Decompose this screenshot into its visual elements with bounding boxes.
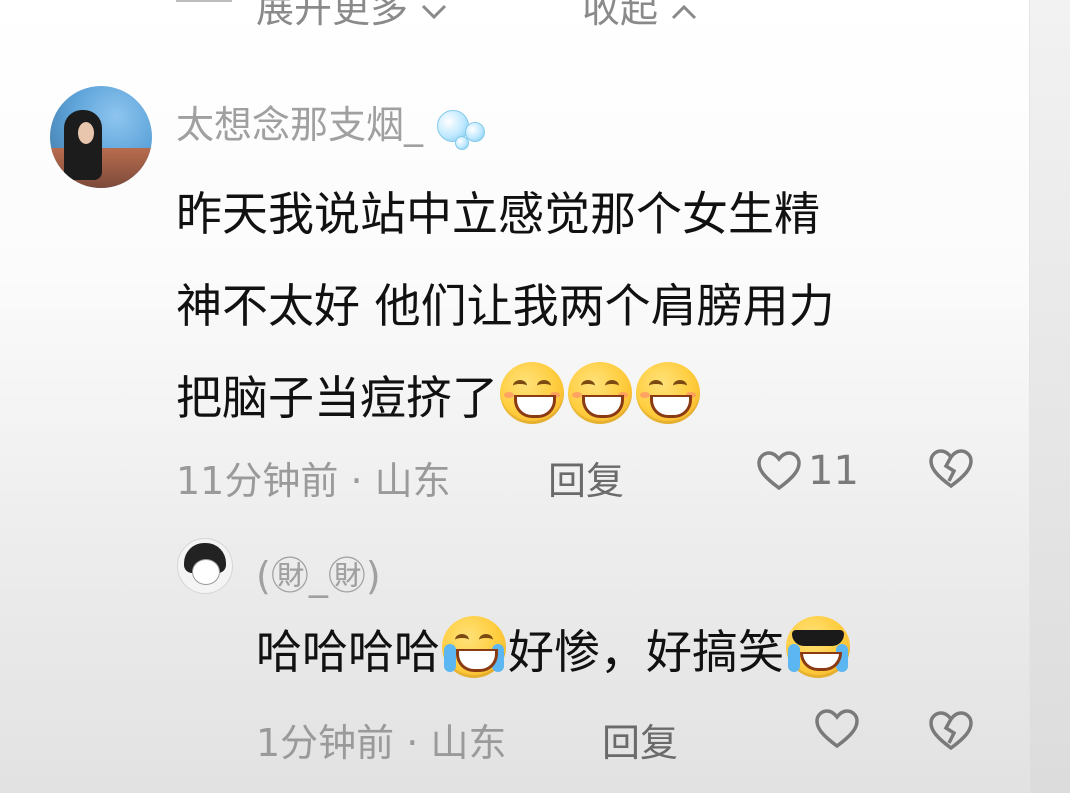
reply-text-part: 好惨，好搞笑	[508, 625, 784, 679]
grin-emoji	[568, 362, 632, 424]
reply-text-part: 哈哈哈哈	[256, 625, 440, 679]
reply-time: 1分钟前	[256, 721, 395, 765]
thread-indent-line	[176, 0, 232, 2]
avatar-face	[192, 559, 220, 585]
avatar-figure	[64, 110, 102, 180]
comment-line-text: 把脑子当痘挤了	[176, 371, 498, 425]
chevron-down-icon	[422, 4, 447, 19]
dislike-button[interactable]	[928, 710, 974, 756]
reply-avatar[interactable]	[177, 538, 233, 594]
reply-button[interactable]: 回复	[602, 712, 678, 767]
avatar[interactable]	[50, 86, 152, 188]
meta-separator: ·	[394, 721, 431, 765]
comment-line: 昨天我说站中立感觉那个女生精	[176, 187, 820, 241]
comment-meta: 11分钟前 · 山东	[176, 450, 451, 505]
collapse-label: 收起	[582, 0, 659, 31]
grin-emoji	[636, 362, 700, 424]
broken-heart-icon	[929, 449, 973, 489]
thread-toggle-bar: 展开更多 收起	[0, 0, 1030, 31]
collapse-button[interactable]: 收起	[582, 0, 698, 33]
comment-location: 山东	[374, 459, 451, 503]
comment-username[interactable]: 太想念那支烟_	[176, 94, 491, 150]
expand-more-button[interactable]: 展开更多	[256, 0, 448, 33]
reply-text: 哈哈哈哈 好惨，好搞笑	[256, 616, 852, 687]
meta-separator: ·	[338, 459, 375, 503]
comment-line: 把脑子当痘挤了	[176, 352, 996, 444]
right-scroll-strip	[1029, 0, 1070, 793]
dislike-button[interactable]	[928, 448, 974, 494]
sunglasses-tears-emoji	[786, 616, 850, 678]
heart-icon	[757, 451, 801, 491]
bubbles-icon	[435, 106, 491, 150]
avatar-face	[78, 122, 94, 144]
heart-icon	[815, 709, 859, 749]
like-button[interactable]: 11	[756, 448, 859, 494]
like-count: 11	[808, 448, 859, 494]
reply-button[interactable]: 回复	[548, 450, 624, 505]
watermark	[900, 752, 1060, 780]
grin-emoji	[500, 362, 564, 424]
comment-time: 11分钟前	[176, 459, 339, 503]
reply-meta: 1分钟前 · 山东	[256, 712, 506, 767]
reply-username[interactable]: (㊖_㊖)	[256, 545, 381, 600]
tears-of-joy-emoji	[442, 616, 506, 678]
expand-more-label: 展开更多	[256, 0, 409, 31]
like-button[interactable]	[814, 708, 860, 750]
comment-line: 神不太好 他们让我两个肩膀用力	[176, 279, 835, 333]
comment-text: 昨天我说站中立感觉那个女生精 神不太好 他们让我两个肩膀用力 把脑子当痘挤了	[176, 168, 996, 444]
username-text: 太想念那支烟_	[176, 103, 424, 147]
chevron-up-icon	[672, 4, 697, 19]
broken-heart-icon	[929, 711, 973, 751]
reply-location: 山东	[430, 721, 507, 765]
